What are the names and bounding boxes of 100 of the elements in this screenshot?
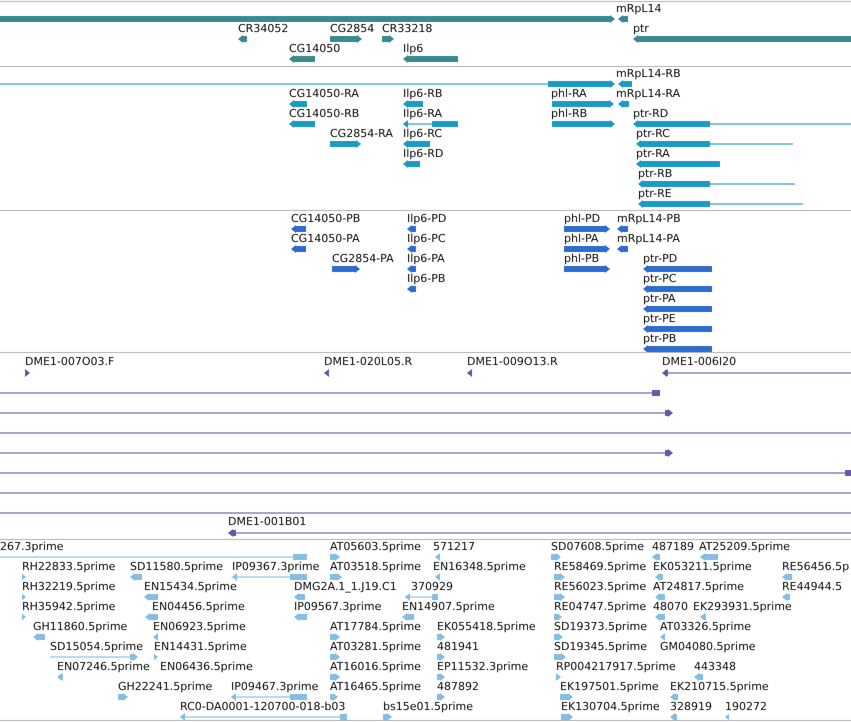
- feature-label: CG2854-PA: [332, 253, 394, 265]
- feature-arrow[interactable]: [618, 15, 628, 23]
- feature-arrow[interactable]: [633, 120, 851, 128]
- feature-arrow[interactable]: [407, 245, 416, 253]
- feature-arrow[interactable]: [618, 100, 629, 108]
- feature-label: 487892: [437, 681, 479, 693]
- feature-label: IP09567.3prime: [294, 601, 382, 613]
- feature-label: ptr-PB: [643, 333, 676, 345]
- feature-arrow[interactable]: [403, 100, 423, 108]
- feature-label: 487189: [652, 541, 694, 553]
- feature-arrow[interactable]: [228, 529, 851, 537]
- feature-arrow[interactable]: [403, 140, 430, 148]
- feature-arrow[interactable]: [403, 120, 458, 128]
- feature-label: CG2854: [330, 23, 374, 35]
- feature-label: DME1-009O13.R: [467, 356, 558, 368]
- feature-arrow[interactable]: [552, 100, 614, 108]
- feature-label: CG2854-RA: [330, 128, 393, 140]
- feature-label: RC0-DA0001-120700-018-b03: [180, 701, 346, 713]
- feature-label: 328919: [670, 701, 712, 713]
- feature-arrow[interactable]: [636, 160, 720, 168]
- feature-arrow[interactable]: [407, 285, 416, 293]
- feature-label: AT25209.5prime: [699, 541, 790, 553]
- feature-arrow[interactable]: [330, 35, 362, 43]
- feature-arrow[interactable]: [643, 345, 712, 352]
- feature-label: AT05603.5prime: [330, 541, 421, 553]
- feature-arrow[interactable]: [403, 55, 458, 63]
- feature-arrow[interactable]: [633, 35, 851, 43]
- feature-label: mRpL14-RB: [616, 68, 681, 80]
- feature-arrow[interactable]: [0, 449, 673, 457]
- feature-arrow[interactable]: [643, 325, 712, 333]
- feature-label: DME1-006I20: [662, 356, 736, 368]
- feature-label: RE56456.5p: [782, 561, 850, 573]
- feature-label: CG14050-PB: [291, 213, 360, 225]
- feature-arrow[interactable]: [25, 369, 30, 377]
- feature-arrow[interactable]: [0, 409, 673, 417]
- feature-arrow[interactable]: [332, 265, 360, 273]
- feature-label: RE44944.5: [782, 581, 842, 593]
- feature-arrow[interactable]: [617, 245, 628, 253]
- feature-label: mRpL14-PB: [617, 213, 681, 225]
- feature-arrow[interactable]: [564, 225, 610, 233]
- feature-label: Ilp6-PB: [407, 273, 446, 285]
- feature-arrow[interactable]: [564, 265, 610, 273]
- feature-arrow[interactable]: [662, 369, 851, 377]
- feature-arrow[interactable]: [643, 285, 712, 293]
- feature-arrow[interactable]: [407, 265, 416, 273]
- feature-label: ptr-PC: [643, 273, 676, 285]
- feature-label: ptr-RD: [633, 108, 668, 120]
- feature-label: SD19345.5prime: [554, 641, 647, 653]
- feature-label: AT03518.5prime: [330, 561, 421, 573]
- feature-label: CG14050-RB: [289, 108, 360, 120]
- feature-arrow[interactable]: [403, 160, 420, 168]
- feature-label: Ilp6-PC: [407, 233, 446, 245]
- feature-label: 443348: [694, 661, 736, 673]
- feature-arrow[interactable]: [382, 35, 394, 43]
- feature-arrow[interactable]: [552, 120, 615, 128]
- feature-arrow[interactable]: [0, 80, 615, 88]
- feature-arrow[interactable]: [643, 265, 712, 273]
- feature-label: CG14050-RA: [289, 88, 359, 100]
- feature-arrow[interactable]: [638, 200, 803, 208]
- feature-arrow[interactable]: [618, 80, 632, 88]
- feature-label: EK055418.5prime: [437, 621, 536, 633]
- feature-label: CG14050-PA: [291, 233, 360, 245]
- feature-arrow[interactable]: [636, 140, 793, 148]
- feature-label: CR34052: [238, 23, 288, 35]
- feature-arrow[interactable]: [291, 225, 306, 233]
- feature-label: phl-RB: [551, 108, 588, 120]
- feature-arrow[interactable]: [617, 225, 628, 233]
- feature-label: phl-PD: [564, 213, 600, 225]
- feature-label: EK293931.5prime: [693, 601, 792, 613]
- feature-label: mRpL14-RA: [616, 88, 680, 100]
- feature-arrow[interactable]: [467, 369, 472, 377]
- feature-label: EN14431.5prime: [154, 641, 247, 653]
- feature-arrow[interactable]: [407, 225, 416, 233]
- feature-label: DME1-020L05.R: [324, 356, 412, 368]
- feature-label: EN15434.5prime: [144, 581, 237, 593]
- feature-arrow[interactable]: [289, 100, 307, 108]
- feature-arrow[interactable]: [638, 180, 795, 188]
- feature-arrow[interactable]: [0, 15, 615, 23]
- feature-label: AT24817.5prime: [653, 581, 744, 593]
- feature-label: GM04080.5prime: [660, 641, 756, 653]
- feature-line[interactable]: [0, 469, 851, 477]
- feature-arrow[interactable]: [324, 369, 329, 377]
- feature-arrow[interactable]: [238, 35, 247, 43]
- feature-arrow[interactable]: [643, 305, 712, 313]
- feature-label: 370929: [411, 581, 453, 593]
- feature-arrow[interactable]: [289, 55, 315, 63]
- feature-arrow[interactable]: [564, 245, 610, 253]
- feature-label: 267.3prime: [0, 541, 64, 553]
- feature-arrow[interactable]: [291, 245, 306, 253]
- feature-label: 48070: [653, 601, 688, 613]
- feature-label: EK210715.5prime: [670, 681, 769, 693]
- feature-line[interactable]: [0, 389, 660, 397]
- feature-arrow[interactable]: [289, 120, 315, 128]
- feature-label: EN07246.5prime: [57, 661, 150, 673]
- feature-label: AT17784.5prime: [330, 621, 421, 633]
- feature-label: bs15e01.5prime: [383, 701, 474, 713]
- feature-arrow[interactable]: [330, 140, 361, 148]
- feature-label: RE04747.5prime: [554, 601, 646, 613]
- feature-label: EN04456.5prime: [152, 601, 245, 613]
- feature-label: RH35942.5prime: [22, 601, 116, 613]
